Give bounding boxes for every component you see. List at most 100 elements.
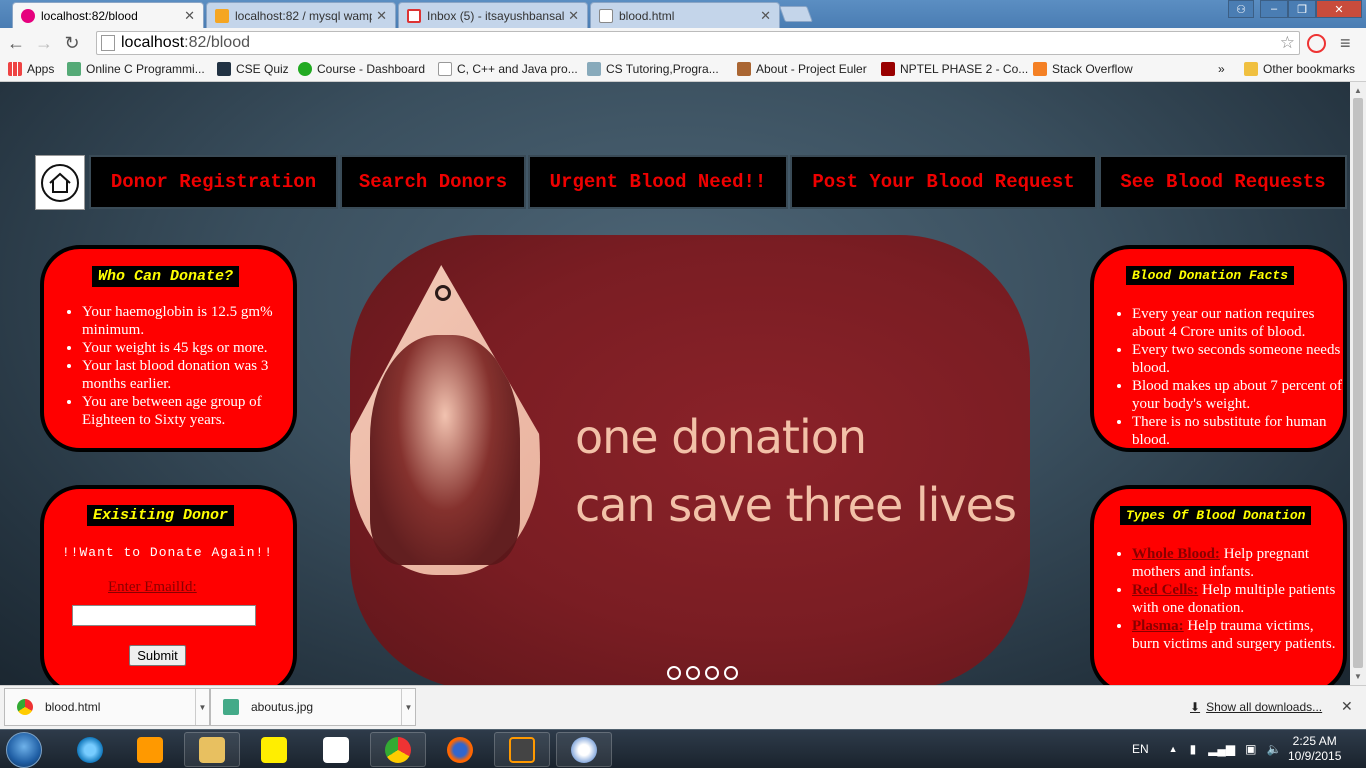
browser-tab-strip: localhost:82/blood ✕ localhost:82 / mysq… [0,0,1366,28]
list-item: Plasma: Help trauma victims, burn victim… [1132,617,1340,653]
blood-donation-facts-panel: Blood Donation Facts Every year our nati… [1090,245,1347,452]
tab-blood[interactable]: localhost:82/blood ✕ [12,2,204,28]
slider-dot-2[interactable] [686,666,700,680]
browser-toolbar: ← → ↻ localhost:82/blood ☆ ≡ [0,28,1366,58]
taskbar-sublime[interactable] [494,732,550,767]
donation-type-term[interactable]: Whole Blood: [1132,546,1220,562]
bookmark-star-icon[interactable]: ☆ [1280,33,1295,53]
battery-icon[interactable]: ▮ [1190,742,1197,756]
volume-icon[interactable]: 🔈 [1267,742,1282,756]
gmail-icon [407,8,421,23]
slider-dots [667,666,738,680]
taskbar-chrome[interactable] [370,732,426,767]
nptel-icon [881,62,895,76]
nav-urgent-blood-need[interactable]: Urgent Blood Need!! [528,155,788,209]
scroll-down-arrow-icon[interactable]: ▼ [1350,672,1366,681]
apps-grid-icon [8,62,22,76]
download-arrow-icon: ⬇ [1190,700,1201,714]
submit-button[interactable]: Submit [129,645,186,666]
tab-phpmyadmin[interactable]: localhost:82 / mysql wamp ✕ [206,2,396,28]
new-tab-button[interactable] [779,6,813,22]
bookmark-online-c[interactable]: Online C Programmi... [67,62,205,76]
bookmarks-bar: Apps Online C Programmi... CSE Quiz Cour… [0,58,1366,82]
show-hidden-icons-icon[interactable]: ▲ [1169,744,1178,754]
scroll-up-arrow-icon[interactable]: ▲ [1350,86,1366,95]
document-icon [599,8,613,23]
chevron-down-icon[interactable]: ▼ [401,689,415,725]
taskbar-explorer[interactable] [184,732,240,767]
eligibility-list: Your haemoglobin is 12.5 gm% minimum. Yo… [82,303,292,429]
donation-type-term[interactable]: Plasma: [1132,618,1184,634]
home-icon [41,163,79,202]
slider-dot-3[interactable] [705,666,719,680]
nav-see-blood-requests[interactable]: See Blood Requests [1099,155,1347,209]
document-icon [438,62,452,76]
drop-hook-icon [435,285,451,301]
close-icon[interactable]: ✕ [376,8,387,24]
bookmark-apps[interactable]: Apps [8,62,54,76]
email-label: Enter EmailId: [108,579,197,595]
slider-dot-4[interactable] [724,666,738,680]
home-button[interactable] [35,155,85,210]
close-icon[interactable]: ✕ [184,8,195,24]
slider-dot-1[interactable] [667,666,681,680]
user-profile-icon[interactable]: ⚇ [1228,0,1254,18]
minimize-button[interactable]: – [1260,0,1288,18]
taskbar-internet-explorer[interactable] [62,732,118,767]
bookmarks-overflow-chevron[interactable]: » [1218,62,1225,76]
scrollbar-thumb[interactable] [1353,98,1363,668]
app-icon [323,736,349,763]
bookmark-project-euler[interactable]: About - Project Euler [737,62,867,76]
taskbar-clock[interactable]: 2:25 AM 10/9/2015 [1288,734,1341,764]
chevron-down-icon[interactable]: ▼ [195,689,209,725]
network-icon[interactable]: ▣ [1245,742,1256,756]
close-icon[interactable]: ✕ [1341,698,1353,715]
reload-icon[interactable]: ↻ [58,33,86,54]
forward-arrow-icon[interactable]: → [30,33,58,54]
email-field[interactable] [72,605,256,626]
tab-label: localhost:82/blood [41,8,138,23]
bookmark-cs-tutoring[interactable]: CS Tutoring,Progra... [587,62,719,76]
taskbar-paint[interactable] [556,732,612,767]
restore-button[interactable]: ❐ [1288,0,1316,18]
chrome-menu-icon[interactable]: ≡ [1340,33,1351,54]
list-item: Every year our nation requires about 4 C… [1132,305,1344,341]
close-icon[interactable]: ✕ [568,8,579,24]
phpmyadmin-icon [215,8,229,23]
bookmark-c-cpp-java[interactable]: C, C++ and Java pro... [438,62,578,76]
bookmark-other[interactable]: Other bookmarks [1244,62,1355,76]
donation-type-term[interactable]: Red Cells: [1132,582,1198,598]
close-window-button[interactable]: ✕ [1316,0,1362,18]
firefox-icon [447,736,473,763]
nav-search-donors[interactable]: Search Donors [340,155,526,209]
download-item[interactable]: aboutus.jpg ▼ [210,688,416,726]
nav-post-blood-request[interactable]: Post Your Blood Request [790,155,1097,209]
bookmark-cse-quiz[interactable]: CSE Quiz [217,62,289,76]
system-tray: EN ▲ ▮ ▂▄▆ ▣ 🔈 [1132,730,1281,768]
tab-blood-html[interactable]: blood.html ✕ [590,2,780,28]
language-indicator[interactable]: EN [1132,742,1149,756]
bookmark-stack-overflow[interactable]: Stack Overflow [1033,62,1133,76]
signal-icon[interactable]: ▂▄▆ [1208,742,1235,756]
taskbar-app[interactable] [308,732,364,767]
address-bar[interactable]: localhost:82/blood ☆ [96,31,1300,55]
page-scrollbar[interactable]: ▲ ▼ [1350,82,1366,685]
close-icon[interactable]: ✕ [760,8,771,24]
download-item[interactable]: blood.html ▼ [4,688,210,726]
nav-donor-registration[interactable]: Donor Registration [89,155,338,209]
back-arrow-icon[interactable]: ← [2,33,30,54]
clock-time: 2:25 AM [1292,734,1337,748]
tab-gmail[interactable]: Inbox (5) - itsayushbansal ✕ [398,2,588,28]
extension-icon[interactable] [1307,34,1326,53]
page-favicon-icon [21,8,35,23]
download-filename: aboutus.jpg [251,700,314,714]
start-button[interactable] [6,732,42,768]
taskbar-idea[interactable] [246,732,302,767]
monitor-icon [587,62,601,76]
taskbar-media-player[interactable] [122,732,178,767]
taskbar-firefox[interactable] [432,732,488,767]
show-all-downloads-link[interactable]: ⬇ Show all downloads... [1190,700,1322,714]
bookmark-nptel[interactable]: NPTEL PHASE 2 - Co... [881,62,1028,76]
bookmark-course-dashboard[interactable]: Course - Dashboard [298,62,425,76]
list-item: Blood makes up about 7 percent of your b… [1132,377,1344,413]
